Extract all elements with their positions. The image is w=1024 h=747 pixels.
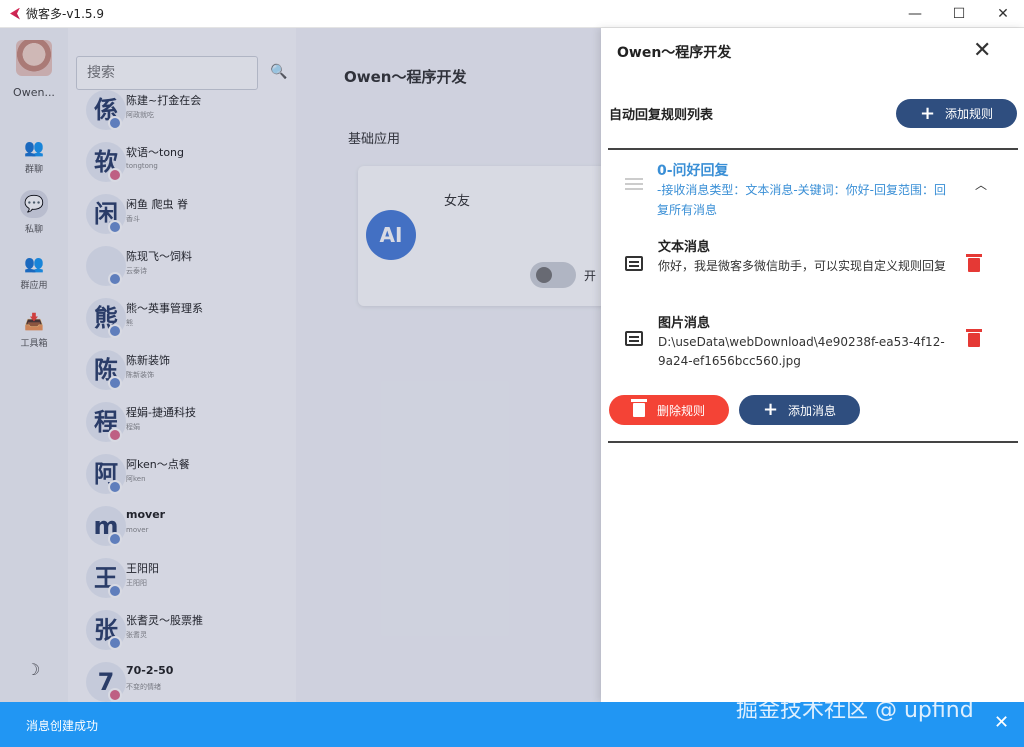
plus-icon: + [919,102,936,124]
maximize-button[interactable]: ☐ [936,0,982,28]
message-body: D:\useData\webDownload\4e90238f-ea53-4f1… [658,335,945,368]
trash-icon [630,399,647,417]
modal-overlay[interactable] [0,28,601,702]
message-body: 你好，我是微客多微信助手，可以实现自定义规则回复 [658,259,947,273]
divider [608,441,1018,443]
delete-message-icon[interactable] [966,254,982,272]
close-icon[interactable]: ✕ [973,38,991,63]
close-window-button[interactable]: ✕ [980,0,1024,28]
rules-drawer: Owen～程序开发 ✕ 自动回复规则列表 + 添加规则 0-问好回复 -接收消息… [601,28,1024,702]
message-title: 图片消息 [658,316,711,331]
plus-icon: + [762,399,779,420]
delete-rule-label: 删除规则 [656,403,705,418]
list-icon [625,178,643,190]
minimize-button[interactable]: — [892,0,938,28]
title-bar: 微客多-v1.5.9 — ☐ ✕ [0,0,1024,28]
app-logo-icon [10,7,20,20]
watermark: 掘金技术社区 @ upfind [736,698,974,723]
message-icon [625,331,643,346]
close-icon[interactable]: ✕ [994,712,1009,733]
add-message-button[interactable]: + 添加消息 [739,395,860,425]
add-rule-label: 添加规则 [945,107,994,121]
add-message-label: 添加消息 [788,403,837,418]
delete-rule-button[interactable]: 删除规则 [609,395,729,425]
divider [608,148,1018,150]
snackbar-message: 消息创建成功 [26,719,99,733]
delete-message-icon[interactable] [966,329,982,347]
drawer-title: Owen～程序开发 [617,45,732,61]
message-title: 文本消息 [658,240,711,255]
add-rule-button[interactable]: + 添加规则 [896,99,1017,128]
chevron-up-icon[interactable]: ︿ [975,176,987,193]
rule-name[interactable]: 0-问好回复 [657,160,729,180]
rule-list-title: 自动回复规则列表 [609,108,714,123]
window-title: 微客多-v1.5.9 [26,7,104,21]
message-icon [625,256,643,271]
rule-description: -接收消息类型：文本消息-关键词：你好-回复范围：回复所有消息 [657,183,946,217]
